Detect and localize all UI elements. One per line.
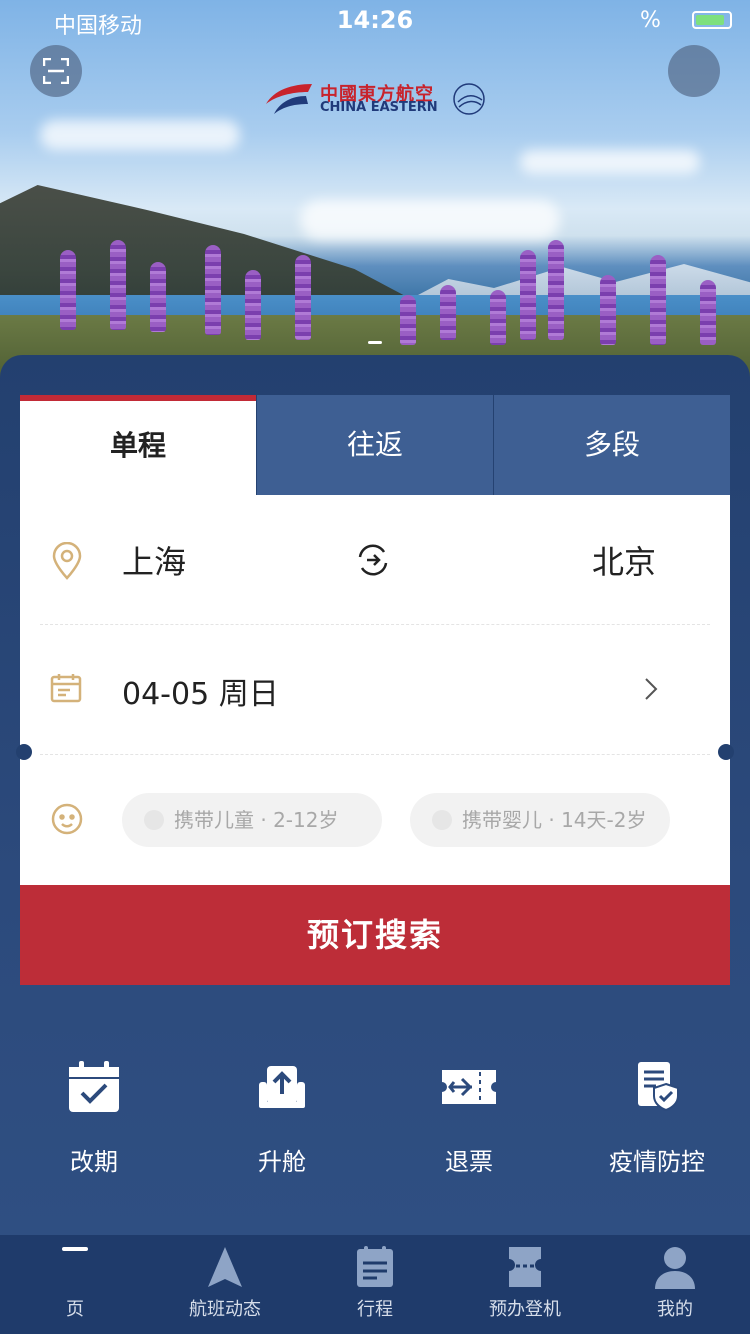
- china-eastern-logo: 中國東方航空 CHINA EASTERN: [262, 78, 492, 120]
- date-row[interactable]: 04-05 周日: [20, 625, 730, 755]
- seat-upgrade-icon: [259, 1066, 305, 1108]
- home-icon: [62, 1247, 88, 1251]
- upgrade-label: 升舱: [258, 1148, 306, 1176]
- swap-cities-icon[interactable]: [356, 543, 390, 577]
- profile-icon: [655, 1247, 695, 1289]
- status-bar: 中国移动 14:26 %: [0, 0, 750, 40]
- check-circle-icon: [144, 810, 164, 830]
- scan-button[interactable]: [30, 45, 82, 97]
- checkin-icon: [509, 1247, 541, 1287]
- arrival-city[interactable]: 北京: [592, 537, 656, 583]
- itinerary-icon: [357, 1246, 393, 1287]
- with-infant-toggle[interactable]: 携带婴儿 · 14天-2岁: [410, 793, 670, 847]
- refund-label: 退票: [445, 1148, 493, 1176]
- nav-home-label: 页: [66, 1299, 84, 1320]
- bottom-nav: 页 航班动态 行程 预办登机 我的: [0, 1235, 750, 1334]
- drag-handle: [368, 341, 382, 344]
- departure-city[interactable]: 上海: [122, 537, 186, 583]
- nav-checkin-label: 预办登机: [489, 1299, 561, 1320]
- nav-flight-status[interactable]: 航班动态: [150, 1235, 300, 1334]
- clock: 14:26: [336, 6, 414, 34]
- flight-status-icon: [208, 1247, 242, 1287]
- user-avatar-button[interactable]: [668, 45, 720, 97]
- chevron-right-icon: [645, 678, 658, 700]
- with-child-label: 携带儿童 · 2-12岁: [174, 808, 339, 832]
- nav-checkin[interactable]: 预办登机: [450, 1235, 600, 1334]
- ticket-notch-right: [718, 744, 734, 760]
- trip-type-tabs: 单程 往返 多段: [20, 395, 730, 495]
- nav-profile-label: 我的: [657, 1299, 693, 1320]
- nav-itinerary-label: 行程: [357, 1299, 393, 1320]
- tab-round-trip[interactable]: 往返: [257, 395, 493, 495]
- battery-icon: [692, 11, 732, 29]
- nav-home[interactable]: 页: [0, 1235, 150, 1334]
- search-form: 上海 北京 04-05 周日 携带儿童 · 2-12岁 携带婴儿 · 14天-2…: [20, 495, 730, 885]
- book-search-button[interactable]: 预订搜索: [20, 885, 730, 985]
- route-row: 上海 北京: [20, 495, 730, 625]
- with-child-toggle[interactable]: 携带儿童 · 2-12岁: [122, 793, 382, 847]
- hero-banner: [0, 0, 750, 380]
- quick-action-reschedule[interactable]: 改期: [19, 1060, 169, 1177]
- quick-action-upgrade[interactable]: 升舱: [207, 1060, 357, 1177]
- battery-percent: %: [640, 8, 661, 33]
- departure-date: 04-05 周日: [122, 677, 279, 712]
- calendar-icon: [50, 674, 82, 703]
- tab-one-way[interactable]: 单程: [20, 395, 256, 495]
- skyteam-icon: [453, 83, 485, 115]
- with-infant-label: 携带婴儿 · 14天-2岁: [462, 808, 647, 832]
- location-pin-icon: [52, 542, 82, 580]
- baby-face-icon: [51, 803, 83, 835]
- scan-icon: [43, 58, 69, 84]
- passenger-options-row: 携带儿童 · 2-12岁 携带婴儿 · 14天-2岁: [20, 755, 730, 885]
- ticket-refund-icon: [442, 1070, 496, 1104]
- swallow-logo-icon: [266, 84, 312, 114]
- logo-english-text: CHINA EASTERN: [320, 100, 438, 115]
- quick-action-refund[interactable]: 退票: [394, 1060, 544, 1177]
- nav-flight-status-label: 航班动态: [189, 1299, 261, 1320]
- check-circle-icon: [432, 810, 452, 830]
- calendar-check-icon: [69, 1061, 119, 1112]
- tab-multi-city[interactable]: 多段: [494, 395, 730, 495]
- reschedule-label: 改期: [70, 1148, 118, 1176]
- quick-action-epidemic[interactable]: 疫情防控: [582, 1060, 732, 1177]
- shield-document-icon: [638, 1062, 679, 1112]
- nav-itinerary[interactable]: 行程: [300, 1235, 450, 1334]
- epidemic-label: 疫情防控: [609, 1148, 705, 1176]
- nav-profile[interactable]: 我的: [600, 1235, 750, 1334]
- ticket-notch-left: [16, 744, 32, 760]
